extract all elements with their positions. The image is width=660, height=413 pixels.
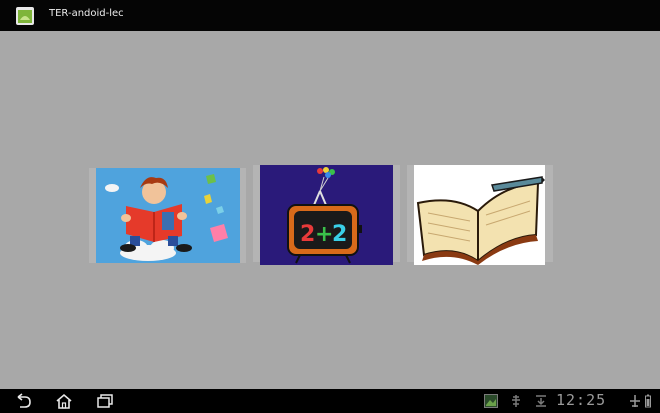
home-icon[interactable] <box>55 393 73 409</box>
app-title: TER-andoid-lec <box>49 8 124 19</box>
boy-reading-book-image <box>96 168 240 263</box>
download-icon[interactable] <box>535 394 547 408</box>
writing-tile[interactable] <box>407 165 553 265</box>
reading-tile[interactable] <box>89 168 246 265</box>
svg-text:+: + <box>315 222 333 247</box>
battery-icon[interactable] <box>645 394 651 408</box>
tv-2plus2-image: 2 + 2 <box>260 165 393 265</box>
open-book-pen-image <box>414 165 545 265</box>
svg-text:2: 2 <box>332 222 347 247</box>
recent-apps-icon[interactable] <box>96 393 114 409</box>
back-icon[interactable] <box>14 393 32 409</box>
math-tile[interactable]: 2 + 2 <box>253 165 400 265</box>
android-app-icon[interactable] <box>15 6 35 26</box>
status-clock[interactable]: 12:25 <box>556 391 606 409</box>
action-bar: TER-andoid-lec <box>0 0 660 32</box>
system-navigation-bar: 12:25 <box>0 389 660 413</box>
svg-text:2: 2 <box>300 222 315 247</box>
usb-debug-icon[interactable] <box>510 394 522 408</box>
gallery-notification-icon[interactable] <box>484 394 498 408</box>
airplane-mode-icon[interactable] <box>629 394 641 408</box>
main-content: 2 + 2 <box>0 31 660 389</box>
